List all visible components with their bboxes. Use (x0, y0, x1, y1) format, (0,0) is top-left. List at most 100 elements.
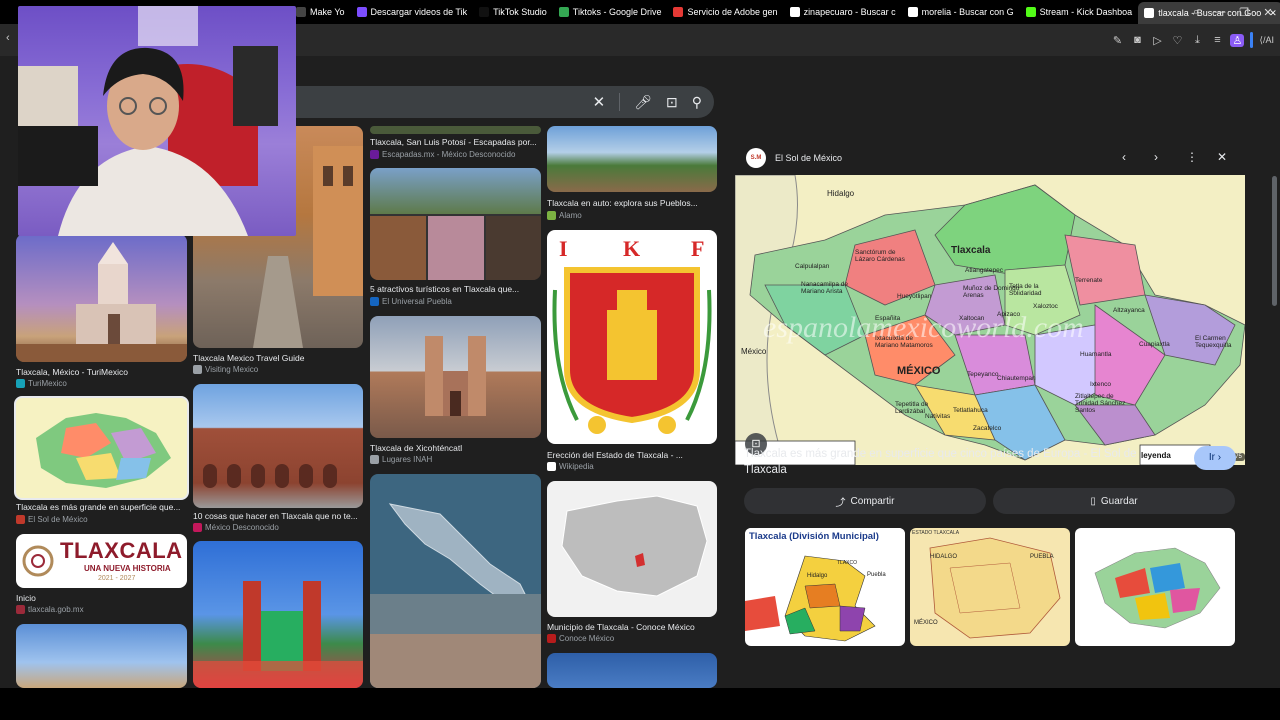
map-place-label: Altzayanca (1113, 307, 1145, 314)
previous-image-icon[interactable]: ‹ (1122, 150, 1126, 164)
result-image-mexico-map[interactable] (370, 474, 541, 688)
tab-favicon (558, 7, 569, 17)
panel-description[interactable]: Tlaxcala es más grande en superficie que… (744, 446, 1164, 478)
result-image-town[interactable] (547, 126, 717, 192)
tab-label: TikTok Studio (493, 7, 547, 17)
result-source[interactable]: México Desconocido (193, 523, 365, 532)
result-image-map-selected[interactable] (14, 396, 189, 500)
result-caption[interactable]: Municipio de Tlaxcala - Conoce México (547, 622, 719, 632)
result-caption[interactable]: Tlaxcala Mexico Travel Guide (193, 353, 365, 363)
browser-tab[interactable]: morelia - Buscar con G (902, 0, 1020, 24)
result-image-bottom-col4[interactable] (547, 653, 717, 688)
result-image-top-col3[interactable] (370, 126, 541, 134)
map-place-label: Tetlatlahuca (953, 407, 988, 414)
logo-subtitle: UNA NUEVA HISTORIA (84, 564, 171, 573)
result-image-municipio-map[interactable] (547, 481, 717, 617)
result-source[interactable]: Escapadas.mx - México Desconocido (370, 150, 542, 159)
church-illustration (16, 242, 187, 362)
close-panel-icon[interactable]: ✕ (1217, 150, 1227, 164)
result-image-cathedral[interactable] (16, 624, 187, 688)
go-button[interactable]: Ir › (1194, 446, 1236, 470)
result-source[interactable]: Conoce México (547, 634, 719, 643)
result-source[interactable]: El Sol de México (16, 515, 188, 524)
source-favicon (370, 455, 379, 464)
more-options-icon[interactable]: ⋮ (1186, 150, 1198, 164)
shield-letter: F (691, 236, 705, 261)
lens-icon[interactable]: ⊡ (666, 94, 678, 111)
result-caption[interactable]: Tlaxcala de Xicohténcatl (370, 443, 542, 453)
map-place-label: Ixtenco (1090, 381, 1111, 388)
logo-title: TLAXCALA (60, 538, 183, 563)
result-image-colorful-church[interactable] (193, 541, 363, 688)
tab-label: Descargar videos de Tik (370, 7, 468, 17)
result-caption[interactable]: Tlaxcala, México - TuriMexico (16, 367, 188, 377)
result-caption[interactable]: Tlaxcala, San Luis Potosí - Escapadas po… (370, 137, 542, 147)
map-label: México (741, 347, 767, 356)
main-preview-image[interactable]: Hidalgo Tlaxcala MÉXICO México espanolam… (735, 175, 1245, 465)
result-caption[interactable]: 5 atractivos turísticos en Tlaxcala que.… (370, 284, 542, 294)
map-place-label: Zacatelco (973, 425, 1002, 432)
result-caption[interactable]: Tlaxcala en auto: explora sus Pueblos... (547, 198, 719, 208)
microphone-icon[interactable]: 🎤︎ (634, 94, 652, 111)
result-image-collage[interactable] (370, 168, 541, 280)
coat-of-arms-illustration (552, 267, 712, 434)
close-window-icon[interactable]: ✕ (1256, 6, 1280, 19)
result-image-shield[interactable]: I K F (547, 230, 717, 444)
panel-source-name[interactable]: El Sol de México (775, 153, 842, 163)
extension-icon[interactable]: ♙ (1230, 33, 1245, 47)
related-image[interactable] (1075, 528, 1235, 646)
browser-tab[interactable]: Tiktoks - Google Drive (553, 0, 668, 24)
browser-tab[interactable]: TikTok Studio (473, 0, 553, 24)
result-caption[interactable]: 10 cosas que hacer en Tlaxcala que no te… (193, 511, 365, 521)
result-source[interactable]: tlaxcala.gob.mx (16, 605, 188, 614)
share-button[interactable]: ⤴ Compartir (744, 488, 986, 514)
source-favicon (370, 150, 379, 159)
result-image-logo[interactable]: TLAXCALA UNA NUEVA HISTORIA 2021 - 2027 (16, 534, 187, 588)
result-caption[interactable]: Erección del Estado de Tlaxcala - ... (547, 450, 719, 460)
minimize-icon[interactable]: — (1208, 6, 1232, 18)
arches-illustration (203, 464, 337, 488)
browser-tab[interactable]: zinapecuaro - Buscar c (784, 0, 902, 24)
result-image-palace[interactable] (193, 384, 363, 508)
tab-label: Tiktoks - Google Drive (572, 7, 662, 17)
maximize-icon[interactable]: ❐ (1232, 6, 1256, 19)
next-image-icon[interactable]: › (1154, 150, 1158, 164)
tab-favicon (1144, 8, 1155, 18)
search-tabs-icon[interactable]: ⌕ (1184, 6, 1208, 19)
result-source[interactable]: TuriMexico (16, 379, 188, 388)
map-place-label: Terrenate (1075, 277, 1103, 284)
result-source[interactable]: El Universal Puebla (370, 297, 542, 306)
browser-tab[interactable]: Descargar videos de Tik (351, 0, 474, 24)
menu-icon[interactable]: ≡ (1210, 34, 1224, 46)
heart-icon[interactable]: ♡ (1170, 34, 1184, 47)
download-icon[interactable]: ⤓ (1190, 34, 1204, 47)
page-scrollbar[interactable] (1272, 176, 1277, 306)
search-bar[interactable]: ✕ 🎤︎ ⊡ ⚲ (296, 86, 714, 118)
search-icon[interactable]: ⚲ (692, 94, 702, 111)
collage-tile (486, 216, 541, 280)
browser-tab[interactable]: Stream - Kick Dashboa (1020, 0, 1139, 24)
edit-icon[interactable]: ✎ (1110, 34, 1124, 47)
result-source[interactable]: Alamo (547, 211, 719, 220)
map-place-label: Atlangatepec (965, 267, 1003, 274)
result-caption[interactable]: Inicio (16, 593, 188, 603)
clear-search-icon[interactable]: ✕ (593, 93, 606, 111)
related-image[interactable]: Tlaxcala (División Municipal) Hidalgo Pu… (745, 528, 905, 646)
result-image-basilica[interactable] (370, 316, 541, 438)
ai-button[interactable]: ⟨/AI (1259, 35, 1274, 46)
result-caption[interactable]: Tlaxcala es más grande en superficie que… (16, 502, 188, 512)
save-button[interactable]: ▯ Guardar (993, 488, 1235, 514)
result-source[interactable]: Wikipedia (547, 462, 719, 471)
back-icon[interactable]: ‹ (6, 32, 10, 44)
browser-tab[interactable]: Servicio de Adobe gen (667, 0, 783, 24)
browser-tab[interactable]: Make Yo (290, 0, 351, 24)
result-image-church[interactable] (16, 234, 187, 362)
result-source[interactable]: Lugares INAH (370, 455, 542, 464)
related-image[interactable]: ESTADO TLAXCALA Hidalgo Puebla MÉXICO (910, 528, 1070, 646)
map-place-label: Xaloztoc (1033, 303, 1058, 310)
tab-favicon (673, 7, 684, 17)
divider (619, 93, 621, 111)
camera-icon[interactable]: ◙ (1130, 34, 1144, 46)
play-icon[interactable]: ▷ (1150, 34, 1164, 47)
result-source[interactable]: Visiting Mexico (193, 365, 365, 374)
